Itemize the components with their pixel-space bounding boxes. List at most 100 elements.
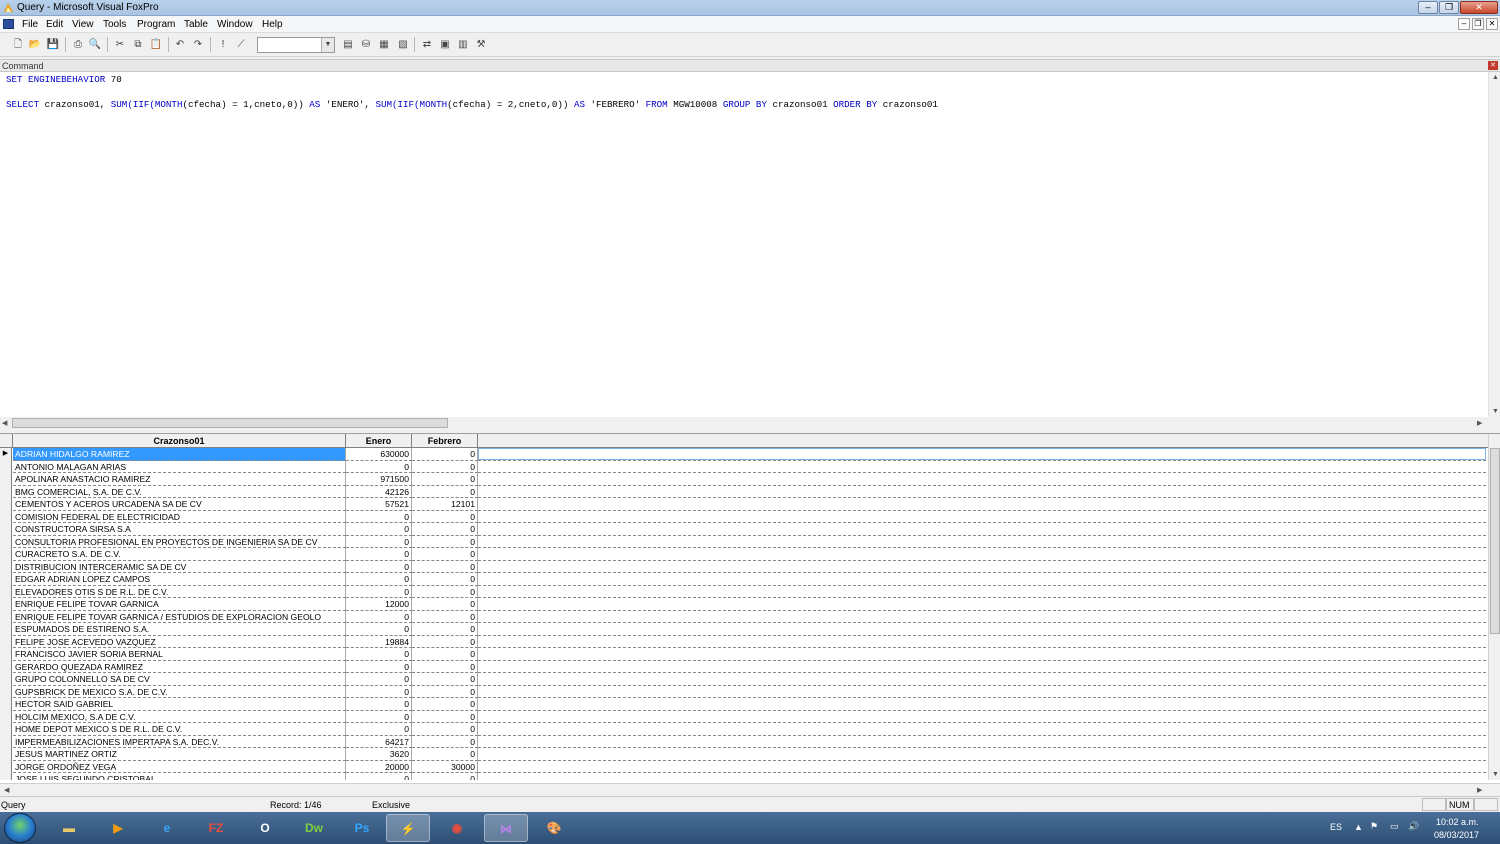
scroll-down-icon[interactable]: ▼ — [1492, 408, 1499, 415]
visual-studio-icon[interactable]: ⋈ — [484, 814, 528, 842]
cell-enero[interactable]: 0 — [346, 585, 412, 598]
table-row[interactable]: ENRIQUE FELIPE TOVAR GARNICA / ESTUDIOS … — [0, 610, 478, 623]
cell-crazonso01[interactable]: ENRIQUE FELIPE TOVAR GARNICA / ESTUDIOS … — [13, 610, 346, 623]
column-header-crazonso01[interactable]: Crazonso01 — [13, 434, 346, 448]
photoshop-icon[interactable]: Ps — [340, 814, 384, 842]
cell-febrero[interactable]: 0 — [412, 523, 478, 536]
cell-febrero[interactable]: 0 — [412, 548, 478, 561]
row-selector[interactable] — [0, 773, 12, 780]
column-header-enero[interactable]: Enero — [346, 434, 412, 448]
start-button[interactable] — [4, 813, 36, 843]
media-player-icon[interactable]: ▶ — [96, 814, 140, 842]
cell-crazonso01[interactable]: ESPUMADOS DE ESTIRENO S.A. — [13, 623, 346, 636]
row-selector[interactable] — [0, 473, 12, 486]
cell-crazonso01[interactable]: CONSTRUCTORA SIRSA S.A — [13, 523, 346, 536]
cell-febrero[interactable]: 12101 — [412, 498, 478, 511]
row-selector[interactable] — [0, 610, 12, 623]
report-designer-icon[interactable]: ▧ — [396, 38, 410, 51]
table-row[interactable]: JORGE ORDOÑEZ VEGA 20000 30000 — [0, 760, 478, 773]
cell-febrero[interactable]: 0 — [412, 648, 478, 661]
table-row[interactable]: CEMENTOS Y ACEROS URCADENA SA DE CV 57521… — [0, 498, 478, 511]
menu-view[interactable]: View — [72, 19, 94, 30]
cell-enero[interactable]: 0 — [346, 723, 412, 736]
cell-febrero[interactable]: 0 — [412, 448, 478, 461]
table-row[interactable]: GUPSBRICK DE MEXICO S.A. DE C.V. 0 0 — [0, 685, 478, 698]
cell-febrero[interactable]: 0 — [412, 585, 478, 598]
chrome-icon[interactable]: ◉ — [435, 814, 479, 842]
cell-enero[interactable]: 0 — [346, 685, 412, 698]
print-icon[interactable]: ⎙ — [71, 38, 85, 51]
table-row[interactable]: CURACRETO S.A. DE C.V. 0 0 — [0, 548, 478, 561]
row-selector[interactable] — [0, 535, 12, 548]
cell-enero[interactable]: 0 — [346, 535, 412, 548]
task-pane-icon[interactable]: ▥ — [456, 38, 470, 51]
table-row[interactable]: FELIPE JOSE ACEVEDO VAZQUEZ 19884 0 — [0, 635, 478, 648]
cell-enero[interactable]: 0 — [346, 560, 412, 573]
row-pointer-icon[interactable]: ▶ — [0, 448, 12, 461]
cell-crazonso01[interactable]: GUPSBRICK DE MEXICO S.A. DE C.V. — [13, 685, 346, 698]
cell-crazonso01[interactable]: ELEVADORES OTIS S DE R.L. DE C.V. — [13, 585, 346, 598]
cell-crazonso01[interactable]: GRUPO COLONNELLO SA DE CV — [13, 673, 346, 686]
cell-febrero[interactable]: 0 — [412, 698, 478, 711]
command-line-1[interactable]: SET ENGINEBEHAVIOR 70 — [6, 74, 122, 85]
table-row[interactable]: GERARDO QUEZADA RAMIREZ 0 0 — [0, 660, 478, 673]
row-selector[interactable] — [0, 710, 12, 723]
cell-febrero[interactable]: 0 — [412, 735, 478, 748]
cell-enero[interactable]: 12000 — [346, 598, 412, 611]
row-selector[interactable] — [0, 748, 12, 761]
cell-febrero[interactable]: 0 — [412, 623, 478, 636]
row-selector[interactable] — [0, 523, 12, 536]
row-selector[interactable] — [0, 635, 12, 648]
table-row[interactable]: IMPERMEABILIZACIONES IMPERTAPA S.A. DEC.… — [0, 735, 478, 748]
cell-febrero[interactable]: 0 — [412, 510, 478, 523]
cell-crazonso01[interactable]: IMPERMEABILIZACIONES IMPERTAPA S.A. DEC.… — [13, 735, 346, 748]
clock-time[interactable]: 10:02 a.m. — [1436, 817, 1479, 827]
menu-file[interactable]: File — [22, 19, 38, 30]
scroll-left-icon[interactable]: ◀ — [2, 419, 7, 427]
cell-crazonso01[interactable]: HOLCIM MEXICO, S.A DE C.V. — [13, 710, 346, 723]
cell-febrero[interactable]: 0 — [412, 685, 478, 698]
database-combo[interactable]: ▼ — [257, 37, 335, 53]
cell-crazonso01[interactable]: CURACRETO S.A. DE C.V. — [13, 548, 346, 561]
close-icon[interactable]: ✕ — [1488, 61, 1498, 70]
file-explorer-icon[interactable]: ▬ — [47, 814, 91, 842]
redo-icon[interactable]: ↷ — [191, 38, 205, 51]
scrollbar-thumb[interactable] — [12, 418, 448, 428]
table-row[interactable]: DISTRIBUCION INTERCERAMIC SA DE CV 0 0 — [0, 560, 478, 573]
table-row[interactable]: HECTOR SAID GABRIEL 0 0 — [0, 698, 478, 711]
command-horizontal-scrollbar[interactable]: ◀ ▶ — [0, 417, 1488, 429]
cell-enero[interactable]: 0 — [346, 510, 412, 523]
row-selector[interactable] — [0, 598, 12, 611]
row-selector[interactable] — [0, 698, 12, 711]
cell-crazonso01[interactable]: APOLINAR ANASTACIO RAMIREZ — [13, 473, 346, 486]
grid-horizontal-scrollbar[interactable]: ◀ ▶ — [0, 783, 1500, 795]
cell-enero[interactable]: 0 — [346, 623, 412, 636]
toolbox-icon[interactable]: ▣ — [438, 38, 452, 51]
row-selector[interactable] — [0, 685, 12, 698]
cell-febrero[interactable]: 0 — [412, 573, 478, 586]
row-selector[interactable] — [0, 760, 12, 773]
cell-enero[interactable]: 971500 — [346, 473, 412, 486]
cell-febrero[interactable]: 0 — [412, 460, 478, 473]
table-row[interactable]: CONSULTORIA PROFESIONAL EN PROYECTOS DE … — [0, 535, 478, 548]
row-selector[interactable] — [0, 660, 12, 673]
internet-explorer-icon[interactable]: e — [145, 814, 189, 842]
cell-febrero[interactable]: 0 — [412, 485, 478, 498]
table-row[interactable]: HOME DEPOT MEXICO S DE R.L. DE C.V. 0 0 — [0, 723, 478, 736]
cell-febrero[interactable]: 0 — [412, 635, 478, 648]
cell-enero[interactable]: 19884 — [346, 635, 412, 648]
mdi-restore-button[interactable]: ❐ — [1472, 18, 1484, 30]
cell-febrero[interactable]: 0 — [412, 473, 478, 486]
table-row[interactable]: JOSE LUIS SEGUNDO CRISTOBAL 0 0 — [0, 773, 478, 780]
close-button[interactable]: ✕ — [1460, 1, 1498, 14]
cell-enero[interactable]: 3620 — [346, 748, 412, 761]
cell-enero[interactable]: 0 — [346, 648, 412, 661]
filezilla-icon[interactable]: FZ — [194, 814, 238, 842]
cell-enero[interactable]: 20000 — [346, 760, 412, 773]
cell-febrero[interactable]: 0 — [412, 535, 478, 548]
row-selector[interactable] — [0, 498, 12, 511]
table-row[interactable]: EDGAR ADRIAN LOPEZ CAMPOS 0 0 — [0, 573, 478, 586]
cell-enero[interactable]: 64217 — [346, 735, 412, 748]
cell-enero[interactable]: 0 — [346, 660, 412, 673]
cell-enero[interactable]: 0 — [346, 610, 412, 623]
